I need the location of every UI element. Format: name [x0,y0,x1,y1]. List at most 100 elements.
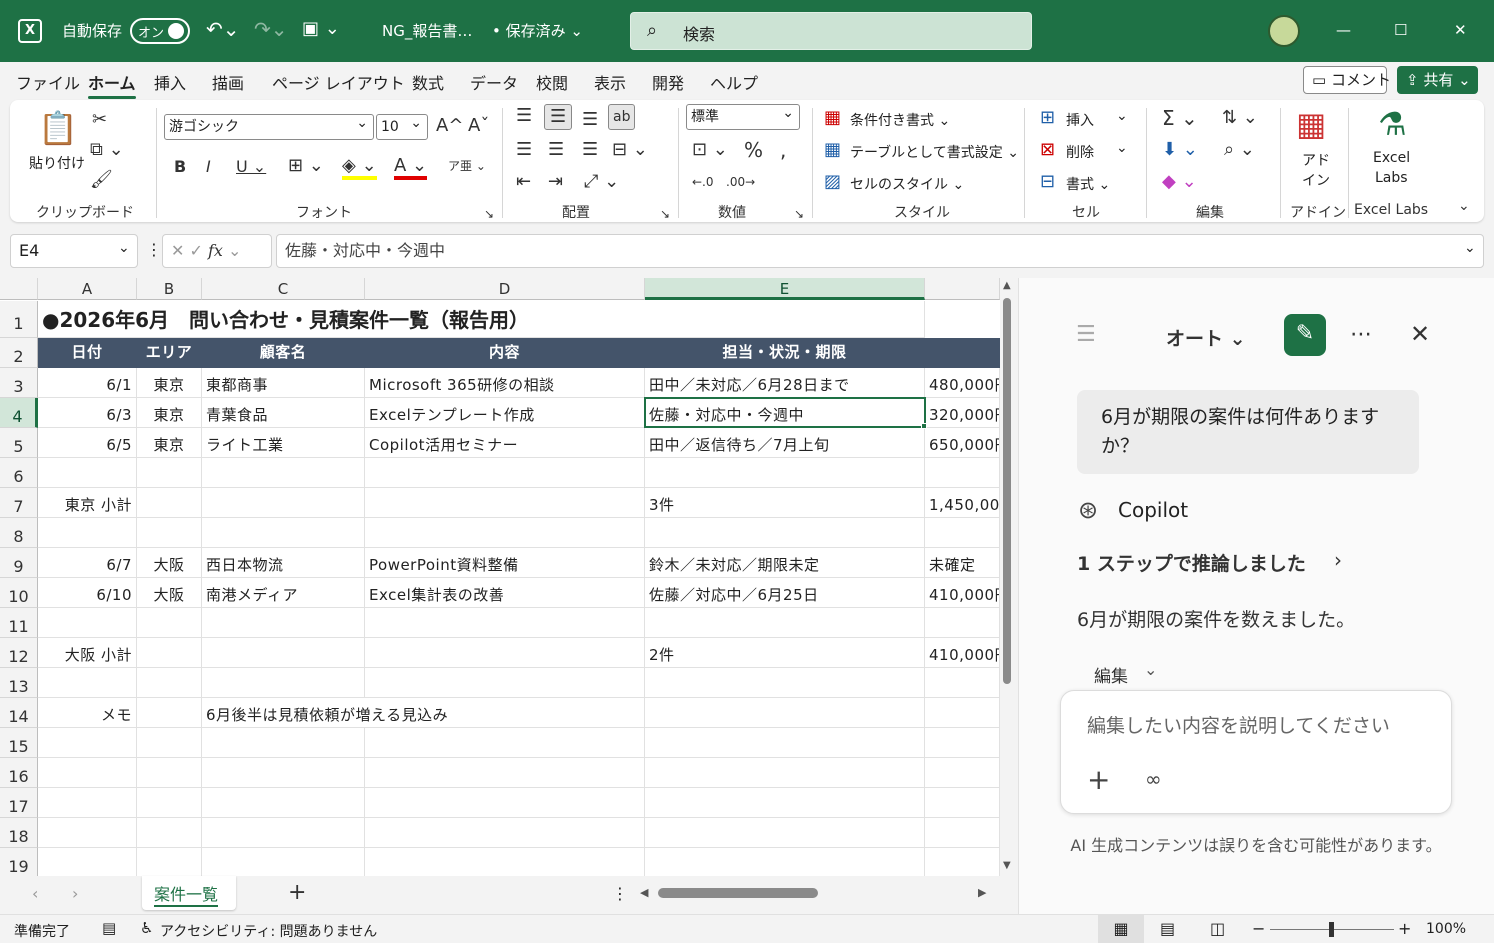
cell-a7[interactable]: 東京 小計 [38,488,137,518]
menu-view[interactable]: 表示 [594,70,626,94]
cell-b14[interactable] [137,698,202,728]
cell-b8[interactable] [137,518,202,548]
customize-icon[interactable]: ▣ ⌄ [302,19,340,39]
cell-c9[interactable]: 西日本物流 [202,548,365,578]
merge-icon[interactable]: ⊟ ⌄ [612,140,648,160]
next-sheet-icon[interactable]: › [72,884,78,903]
header-area[interactable]: エリア [137,338,202,368]
cell-e9[interactable]: 鈴木／未対応／期限未定 [645,548,925,578]
copilot-menu-icon[interactable]: ☰ [1076,322,1096,347]
cell-e18[interactable] [645,818,925,848]
row-header-18[interactable]: 18 [0,818,38,848]
macro-record-icon[interactable]: ▤ [102,919,116,937]
fill-color-icon[interactable]: ◈ ⌄ [342,156,377,180]
cell-b9[interactable]: 大阪 [137,548,202,578]
cell-d7[interactable] [365,488,645,518]
cell-f19[interactable] [925,848,1000,876]
cell-f15[interactable] [925,728,1000,758]
cell-e19[interactable] [645,848,925,876]
cell-c18[interactable] [202,818,365,848]
menu-home[interactable]: ホーム [88,70,136,99]
header-customer[interactable]: 顧客名 [202,338,365,368]
cell-c10[interactable]: 南港メディア [202,578,365,608]
col-header-d[interactable]: D [365,278,645,300]
wrap-text-icon[interactable]: ab [608,104,636,130]
increase-font-icon[interactable]: A^ [436,116,463,136]
prompt-guide-icon[interactable]: ∞ [1145,767,1162,791]
enter-icon[interactable]: ✓ [190,241,203,260]
header-status[interactable]: 担当・状況・期限 [645,338,925,368]
cell-b17[interactable] [137,788,202,818]
bold-icon[interactable]: B [174,157,186,177]
cell-d4[interactable]: Excelテンプレート作成 [365,398,645,428]
active-cell[interactable] [644,397,926,428]
cell-b12[interactable] [137,638,202,668]
cell-a19[interactable] [38,848,137,876]
cell-b3[interactable]: 東京 [137,368,202,398]
row-header-1[interactable]: 1 [0,301,38,338]
prev-sheet-icon[interactable]: ‹ [32,884,38,903]
menu-insert[interactable]: 挿入 [154,70,186,94]
phonetic-icon[interactable]: ア亜 ⌄ [448,156,486,176]
cell-e7[interactable]: 3件 [645,488,925,518]
addin-button-line1[interactable]: アド [1302,150,1330,170]
comment-button[interactable]: ▭ コメント [1303,66,1391,94]
name-box-dropdown-icon[interactable]: ⌄ [118,240,130,256]
cell-f18[interactable] [925,818,1000,848]
cell-b5[interactable]: 東京 [137,428,202,458]
cell-d13[interactable] [365,668,645,698]
align-right-icon[interactable]: ☰ [582,140,598,160]
header-content[interactable]: 内容 [365,338,645,368]
cell-c12[interactable] [202,638,365,668]
excel-labs-button-line1[interactable]: Excel [1373,150,1410,166]
cell-c4[interactable]: 青葉食品 [202,398,365,428]
currency-icon[interactable]: ⊡ ⌄ [692,140,728,160]
cell-a14[interactable]: メモ [38,698,137,728]
cell-a16[interactable] [38,758,137,788]
insert-cells-dropdown[interactable]: ⌄ [1116,108,1128,124]
cell-a17[interactable] [38,788,137,818]
cell-b7[interactable] [137,488,202,518]
align-middle-icon[interactable]: ☰ [544,104,573,130]
formula-expand-icon[interactable]: ⌄ [1464,240,1476,256]
reasoning-chevron-icon[interactable]: › [1334,548,1342,572]
increase-decimal-icon[interactable]: ←.0 [692,172,714,192]
menu-file[interactable]: ファイル [16,70,80,94]
col-header-f[interactable] [925,278,1000,300]
cell-e12[interactable]: 2件 [645,638,925,668]
autosum-icon[interactable]: Σ ⌄ [1162,108,1198,128]
row-header-7[interactable]: 7 [0,488,38,518]
scroll-right-icon[interactable]: ▶ [978,886,986,899]
cell-a15[interactable] [38,728,137,758]
page-layout-view-icon[interactable]: ▤ [1160,919,1175,938]
font-dialog-icon[interactable]: ↘ [484,204,494,224]
cut-icon[interactable]: ✂ [92,110,107,130]
row-header-15[interactable]: 15 [0,728,38,758]
cell-e5[interactable]: 田中／返信待ち／7月上旬 [645,428,925,458]
zoom-in-icon[interactable]: + [1398,919,1411,938]
autosave-toggle[interactable]: オン [130,18,190,44]
cancel-icon[interactable]: ✕ [171,241,184,260]
cell-b10[interactable]: 大阪 [137,578,202,608]
comma-icon[interactable]: , [780,140,786,160]
cell-b19[interactable] [137,848,202,876]
cell-f13[interactable] [925,668,1000,698]
cell-c8[interactable] [202,518,365,548]
cell-a13[interactable] [38,668,137,698]
cell-c3[interactable]: 東都商事 [202,368,365,398]
number-dialog-icon[interactable]: ↘ [794,204,804,224]
cell-c16[interactable] [202,758,365,788]
align-top-icon[interactable]: ☰ [516,106,532,126]
cell-c15[interactable] [202,728,365,758]
font-color-icon[interactable]: A ⌄ [394,156,428,180]
cell-c6[interactable] [202,458,365,488]
cell-c13[interactable] [202,668,365,698]
row-header-19[interactable]: 19 [0,848,38,876]
cell-c5[interactable]: ライト工業 [202,428,365,458]
alignment-dialog-icon[interactable]: ↘ [660,204,670,224]
border-icon[interactable]: ⊞ ⌄ [288,156,324,176]
cell-e14[interactable] [645,698,925,728]
zoom-slider-thumb[interactable] [1329,922,1334,937]
close-button[interactable]: ✕ [1454,20,1467,40]
scroll-left-icon[interactable]: ◀ [640,886,648,899]
